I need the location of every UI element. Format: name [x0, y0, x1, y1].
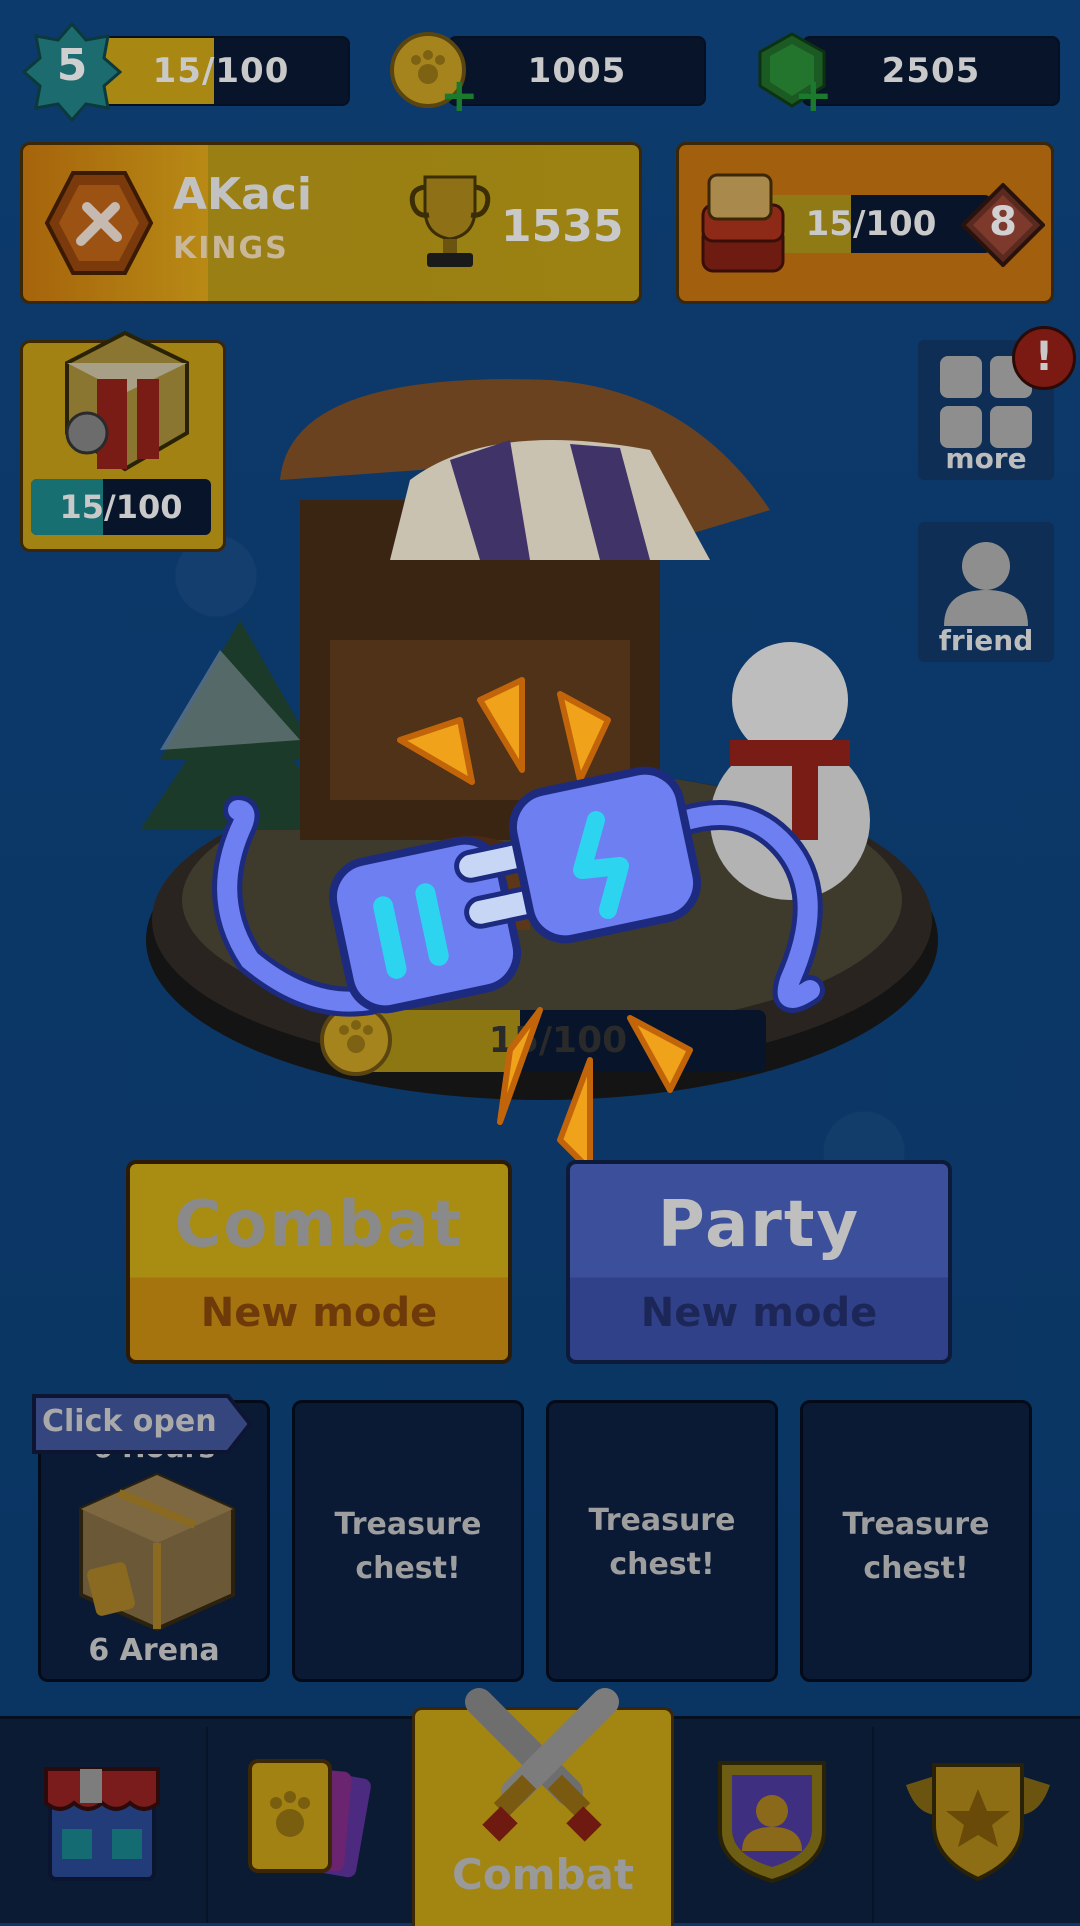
combat-mode-button[interactable]: Combat New mode — [126, 1160, 512, 1364]
alert-badge-icon: ! — [1012, 326, 1076, 390]
add-coins-icon[interactable]: + — [440, 72, 479, 118]
clan-shield-icon — [718, 1761, 826, 1884]
chest-slot-2[interactable]: Treasure chest! — [292, 1400, 524, 1682]
chest-arena-label: 6 Arena — [88, 1633, 220, 1668]
cards-icon — [248, 1759, 371, 1878]
gem-counter[interactable]: 2505 + — [752, 30, 1062, 120]
party-mode-subtitle: New mode — [640, 1290, 878, 1336]
rank-badge-icon — [906, 1763, 1050, 1882]
nav-rank-button[interactable] — [874, 1719, 1080, 1923]
xp-value: 15/100 — [152, 51, 290, 91]
chest-slot-4-label: Treasure chest! — [803, 1503, 1029, 1591]
crossed-swords-icon — [465, 1688, 619, 1842]
chest-slot-2-line-2: chest! — [355, 1551, 461, 1586]
clan-badge-icon — [44, 171, 154, 275]
friend-icon — [944, 542, 1028, 626]
shop-icon — [44, 1767, 160, 1881]
coin-bar: 1005 — [448, 36, 706, 106]
pass-tier-number: 8 — [989, 199, 1017, 245]
nav-combat-button[interactable]: Combat — [412, 1688, 674, 1926]
chest-slot-4-line-2: chest! — [863, 1551, 969, 1586]
chest-slot-3[interactable]: Treasure chest! — [546, 1400, 778, 1682]
trophy-count: 1535 — [501, 201, 624, 252]
xp-bar-track: 15/100 — [92, 36, 350, 106]
add-gems-icon[interactable]: + — [794, 72, 833, 118]
cardboard-chest-icon — [79, 1472, 235, 1632]
nav-clan-button[interactable] — [670, 1719, 870, 1923]
level-number: 5 — [56, 40, 88, 91]
chest-slot-2-line-1: Treasure — [334, 1507, 482, 1542]
chest-slot-2-label: Treasure chest! — [295, 1503, 521, 1591]
nav-cards-button[interactable] — [208, 1719, 408, 1923]
coin-counter[interactable]: 1005 + — [388, 30, 708, 120]
gem-value: 2505 — [881, 51, 981, 91]
player-name: AKaci — [173, 169, 313, 220]
clan-name: KINGS — [173, 231, 289, 266]
chest-slot-4-line-1: Treasure — [842, 1507, 990, 1542]
click-open-label: Click open — [42, 1404, 217, 1439]
level-xp-bar[interactable]: 15/100 5 — [22, 22, 350, 122]
connection-lost-icon — [212, 677, 825, 1170]
chest-slot-3-label: Treasure chest! — [549, 1499, 775, 1587]
coin-value: 1005 — [527, 51, 627, 91]
gem-bar: 2505 — [802, 36, 1060, 106]
chest-slot-3-line-2: chest! — [609, 1547, 715, 1582]
chest-slot-3-line-1: Treasure — [588, 1503, 736, 1538]
bottom-nav: Combat — [0, 1688, 1080, 1926]
trophy-icon — [409, 175, 491, 267]
party-mode-title: Party — [657, 1188, 861, 1262]
combat-mode-title: Combat — [174, 1188, 464, 1262]
pass-stack-icon — [701, 173, 785, 273]
pass-progress-card[interactable]: 15/100 8 — [676, 142, 1054, 304]
combat-mode-subtitle: New mode — [200, 1290, 438, 1336]
click-open-banner[interactable]: Click open — [28, 1392, 253, 1456]
nav-shop-button[interactable] — [0, 1719, 206, 1923]
player-profile-card[interactable]: AKaci KINGS 1535 — [20, 142, 642, 304]
chest-slot-4[interactable]: Treasure chest! — [800, 1400, 1032, 1682]
nav-combat-label: Combat — [452, 1850, 634, 1899]
party-mode-button[interactable]: Party New mode — [566, 1160, 952, 1364]
